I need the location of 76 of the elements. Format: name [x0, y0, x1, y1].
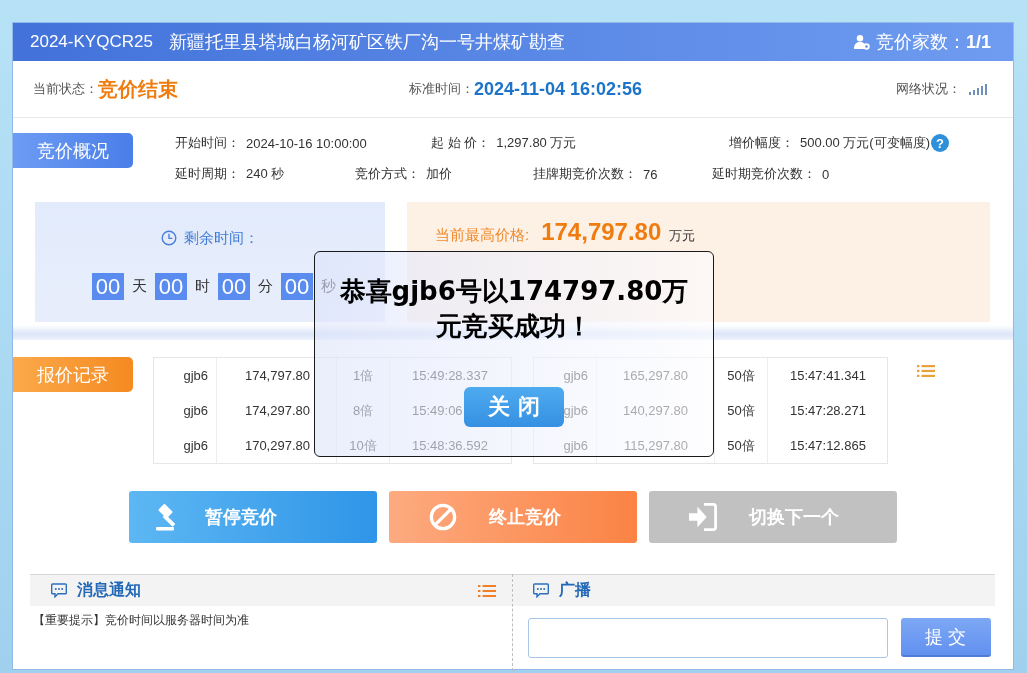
price-label: 当前最高价格: — [435, 226, 530, 245]
notice-text: 【重要提示】竞价时间以服务器时间为准 — [33, 612, 250, 629]
auction-status: 竞价结束 — [98, 76, 178, 102]
countdown-unit: 天 — [132, 277, 147, 296]
bidders-label: 竞价家数： — [875, 31, 966, 54]
clock-icon — [161, 230, 177, 246]
countdown-digits: 00 — [281, 273, 313, 300]
stop-bid-button[interactable]: 终止竞价 — [389, 491, 637, 543]
table-cell: 174,297.80 — [216, 393, 336, 428]
table-cell-text: gjb6 — [562, 402, 589, 420]
table-cell: 15:47:28.271 — [767, 393, 887, 428]
enter-icon — [688, 503, 718, 531]
field-value: 加价 — [426, 165, 452, 183]
network-label: 网络状况： — [896, 80, 961, 98]
section-heading: 报价记录 — [13, 357, 133, 392]
table-cell: 174,797.80 — [216, 358, 336, 393]
section-heading: 竞价概况 — [13, 133, 133, 168]
field-label: 延时期竞价次数： — [712, 165, 816, 183]
broadcast-input[interactable] — [528, 618, 888, 658]
pause-bid-button[interactable]: 暂停竞价 — [129, 491, 377, 543]
field-value: 1,297.80 万元 — [496, 134, 577, 152]
table-cell: 10倍 — [336, 428, 389, 463]
field-label: 挂牌期竞价次数： — [533, 165, 637, 183]
chat-icon — [51, 583, 67, 598]
countdown-unit: 时 — [195, 277, 210, 296]
bidders-count: 1/1 — [965, 31, 991, 53]
auction-code: 2024-KYQCR25 — [30, 32, 153, 52]
table-cell: 15:48:36.592 — [389, 428, 511, 463]
field-label: 起 始 价： — [431, 134, 491, 152]
panel-title: 消息通知 — [77, 580, 142, 600]
ban-icon — [428, 503, 458, 531]
dialog-message: 恭喜gjb6号以174797.80万元竞买成功！ — [338, 275, 690, 343]
countdown-digits: 00 — [155, 273, 187, 300]
table-cell: 8倍 — [336, 393, 389, 428]
price-unit: 万元 — [669, 227, 696, 245]
auction-title: 新疆托里县塔城白杨河矿区铁厂沟一号井煤矿勘查 — [168, 31, 566, 54]
field-label: 增价幅度： — [729, 134, 794, 152]
status-label: 当前状态： — [33, 80, 98, 98]
field-value: 240 秒 — [246, 165, 285, 183]
table-cell: 1倍 — [336, 358, 389, 393]
table-cell-text: gjb6 — [562, 367, 589, 385]
submit-button[interactable]: 提 交 — [901, 618, 991, 657]
highest-price: 174,797.80 — [541, 218, 662, 246]
table-cell: 15:47:41.341 — [767, 358, 887, 393]
countdown-digits: 00 — [218, 273, 250, 300]
close-button[interactable]: 关 闭 — [464, 387, 564, 427]
countdown-unit: 秒 — [321, 277, 336, 296]
next-item-button[interactable]: 切换下一个 — [649, 491, 897, 543]
table-cell: 170,297.80 — [216, 428, 336, 463]
table-cell: 15:47:12.865 — [767, 428, 887, 463]
table-cell-text: gjb6 — [182, 367, 209, 385]
chat-icon — [533, 583, 549, 598]
field-label: 竞价方式： — [355, 165, 420, 183]
signal-icon — [969, 83, 988, 95]
list-icon[interactable] — [917, 365, 935, 377]
table-cell: 50倍 — [714, 358, 767, 393]
field-label: 延时周期： — [175, 165, 240, 183]
table-cell: 50倍 — [714, 393, 767, 428]
table-cell-text: gjb6 — [182, 437, 209, 455]
countdown-unit: 分 — [258, 277, 273, 296]
field-value: 76 — [643, 166, 658, 182]
panel-title: 广播 — [559, 580, 592, 600]
table-cell-text: gjb6 — [562, 437, 589, 455]
help-icon[interactable]: ? — [931, 134, 950, 152]
table-cell: 50倍 — [714, 428, 767, 463]
countdown-digits: 00 — [92, 273, 124, 300]
countdown-label: 剩余时间： — [184, 228, 259, 248]
standard-time: 2024-11-04 16:02:56 — [474, 78, 643, 100]
field-value: 2024-10-16 10:00:00 — [246, 135, 367, 151]
field-value: 500.00 万元(可变幅度) — [800, 134, 931, 152]
user-icon — [853, 34, 870, 50]
list-icon[interactable] — [478, 584, 496, 597]
table-cell-text: gjb6 — [182, 402, 209, 420]
field-value: 0 — [822, 166, 830, 182]
time-label: 标准时间： — [409, 80, 474, 98]
field-label: 开始时间： — [175, 134, 240, 152]
